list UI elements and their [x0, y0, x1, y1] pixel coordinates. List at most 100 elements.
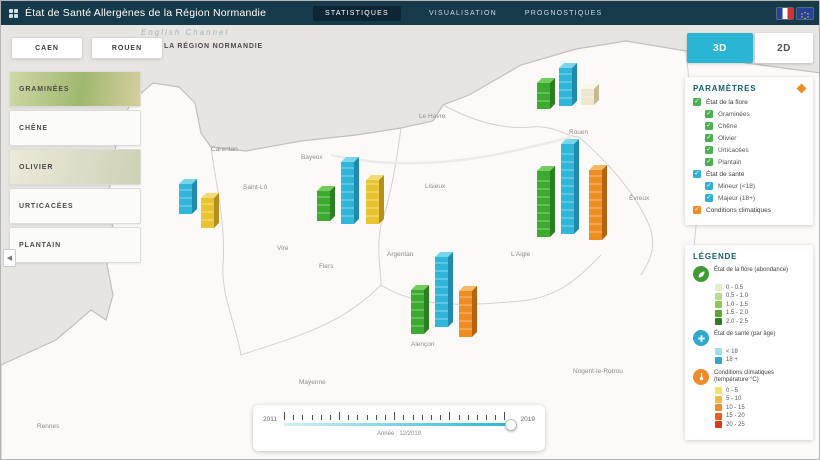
main-nav: STATISTIQUES VISUALISATION PROGNOSTIQUES [313, 1, 602, 25]
tick-mark [477, 415, 478, 420]
tick-mark [422, 415, 423, 420]
tick-mark [376, 415, 377, 420]
param-item-label: Majeur (18+) [718, 195, 755, 202]
checkbox-mineur-18[interactable]: ✓ [705, 182, 713, 190]
legend-row-label: 1.0 - 1.5 [726, 302, 748, 308]
timeline-handle[interactable] [505, 419, 517, 431]
legend-row: 2.0 - 2.5 [715, 318, 805, 325]
legend-row-label: 18 + [726, 357, 738, 363]
checkbox-plantain[interactable]: ✓ [705, 158, 713, 166]
legend-swatch [715, 348, 722, 355]
timeline-end-year: 2019 [521, 416, 535, 423]
city-button-rouen[interactable]: ROUEN [91, 37, 163, 59]
tick-mark [431, 415, 432, 420]
checkbox-etat-de-sante[interactable]: ✓ [693, 170, 701, 178]
tick-mark [293, 415, 294, 420]
view-button-2d[interactable]: 2D [755, 33, 813, 63]
legend-row: < 18 [715, 348, 805, 355]
legend-row: 0 - 5 [715, 387, 805, 394]
legend-swatch [715, 284, 722, 291]
header-flags [777, 1, 813, 25]
checkbox-conditions-climatiques[interactable]: ✓ [693, 206, 701, 214]
legend-swatch [715, 318, 722, 325]
parameters-title: PARAMÈTRES [693, 84, 756, 93]
tick-mark [348, 415, 349, 420]
view-button-3d[interactable]: 3D [687, 33, 753, 63]
timeline-current-label: Année : 12/2019 [263, 431, 535, 437]
tick-mark [468, 415, 469, 420]
nav-prognostiques[interactable]: PROGNOSTIQUES [525, 10, 602, 17]
legend-swatch [715, 357, 722, 364]
legend-panel: LÉGENDE État de la flore (abondance)0 - … [685, 245, 813, 440]
allergen-chene[interactable]: CHÊNE [9, 110, 141, 146]
timeline-trackline[interactable] [284, 423, 514, 426]
checkbox-graminees[interactable]: ✓ [705, 110, 713, 118]
param-item-graminees: ✓ Graminées [705, 110, 805, 118]
param-item-plantain: ✓ Plantain [705, 158, 805, 166]
tick-mark [284, 412, 285, 420]
legend-row-label: 0.5 - 1.0 [726, 293, 748, 299]
tick-mark [321, 415, 322, 420]
legend-swatch [715, 421, 722, 428]
legend-row: 15 - 20 [715, 413, 805, 420]
legend-row-label: 0 - 0.5 [726, 285, 743, 291]
city-button-caen[interactable]: CAEN [11, 37, 83, 59]
checkbox-majeur-18[interactable]: ✓ [705, 194, 713, 202]
allergen-olivier[interactable]: OLIVIER [9, 149, 141, 185]
legend-swatch [715, 301, 722, 308]
france-flag-icon [777, 8, 793, 19]
app-title: État de Santé Allergènes de la Région No… [25, 7, 266, 19]
param-item-label: Olivier [718, 135, 736, 142]
legend-swatch [715, 293, 722, 300]
allergen-graminees[interactable]: GRAMINÉES [9, 71, 141, 107]
legend-swatch [715, 404, 722, 411]
legend-section-etat-de-sante-par-age: État de santé (par âge) < 18 18 + [693, 330, 805, 364]
settings-icon[interactable] [797, 84, 807, 94]
allergen-plantain[interactable]: PLANTAIN [9, 227, 141, 263]
app-window: État de Santé Allergènes de la Région No… [0, 0, 820, 460]
tick-mark [403, 415, 404, 420]
timeline-track[interactable] [284, 412, 514, 427]
panel-collapse-button[interactable]: ◀ [3, 249, 16, 267]
tick-mark [357, 415, 358, 420]
legend-swatch [715, 387, 722, 394]
param-group-label: État de la flore [706, 99, 748, 106]
thermometer-icon [693, 369, 709, 385]
legend-row-label: 20 - 25 [726, 422, 745, 428]
tick-mark [302, 415, 303, 420]
legend-row: 18 + [715, 357, 805, 364]
tick-mark [339, 412, 340, 420]
legend-row-label: 2.0 - 2.5 [726, 319, 748, 325]
legend-row-label: 5 - 10 [726, 396, 741, 402]
legend-row: 0 - 0.5 [715, 284, 805, 291]
health-icon [693, 330, 709, 346]
param-group-etat-de-sante: ✓État de santé [693, 170, 805, 178]
legend-row-label: 0 - 5 [726, 388, 738, 394]
nav-visualisation[interactable]: VISUALISATION [429, 10, 497, 17]
tick-mark [394, 412, 395, 420]
apps-grid-icon [9, 9, 18, 18]
legend-row-label: < 18 [726, 349, 738, 355]
param-item-chene: ✓Chêne [705, 122, 805, 130]
param-item-olivier: ✓ Olivier [705, 134, 805, 142]
checkbox-chene[interactable]: ✓ [705, 122, 713, 130]
param-item-mineur-18: ✓Mineur (<18) [705, 182, 805, 190]
tick-mark [413, 415, 414, 420]
legend-row: 1.5 - 2.0 [715, 310, 805, 317]
param-group-etat-de-la-flore: ✓ État de la flore [693, 98, 805, 106]
checkbox-urticacees[interactable]: ✓ [705, 146, 713, 154]
legend-row-label: 15 - 20 [726, 413, 745, 419]
allergen-urticacees[interactable]: URTICACÉES [9, 188, 141, 224]
tick-mark [449, 412, 450, 420]
legend-section-etat-de-la-flore-abondance: État de la flore (abondance)0 - 0.50.5 -… [693, 266, 805, 325]
tick-mark [330, 415, 331, 420]
parameters-panel: PARAMÈTRES ✓ État de la flore ✓ Graminées ✓C… [685, 77, 813, 225]
legend-section-name: État de santé (par âge) [714, 330, 775, 339]
param-item-label: Plantain [718, 159, 742, 166]
checkbox-etat-de-la-flore[interactable]: ✓ [693, 98, 701, 106]
param-item-label: Graminées [718, 111, 750, 118]
nav-statistiques[interactable]: STATISTIQUES [313, 6, 401, 21]
checkbox-olivier[interactable]: ✓ [705, 134, 713, 142]
legend-row: 1.0 - 1.5 [715, 301, 805, 308]
tick-mark [385, 415, 386, 420]
